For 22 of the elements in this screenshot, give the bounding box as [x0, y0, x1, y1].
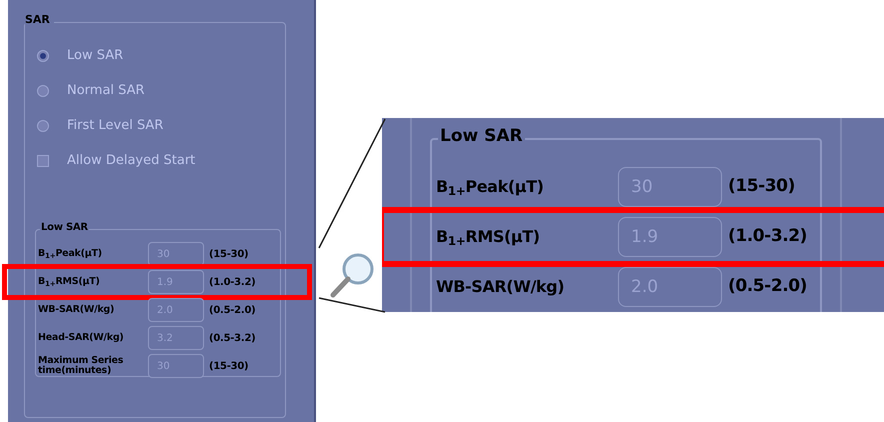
field-label: B$_{1+}$Peak(µT): [38, 249, 103, 259]
field-label: WB-SAR(W/kg): [38, 305, 116, 315]
option-label: First Level SAR: [67, 117, 164, 136]
group-title: SAR: [25, 14, 54, 25]
range-text: (0.5-3.2): [209, 332, 256, 346]
range-text: (15-30): [209, 248, 248, 262]
range-text: (0.5-2.0): [209, 304, 256, 318]
range-text: (1.0-3.2): [209, 276, 256, 290]
field-label: Head-SAR(W/kg): [38, 333, 124, 343]
range-text: (15-30): [728, 175, 795, 198]
field-label: Maximum Series time(minutes): [38, 356, 124, 376]
range-text: (1.0-3.2): [728, 225, 808, 248]
range-text: (15-30): [209, 360, 248, 374]
field-label: B$_{1+}$RMS(µT): [38, 277, 101, 287]
group-title: Low SAR: [40, 223, 89, 233]
field-label: B$_{1+}$RMS(µT): [436, 228, 541, 246]
option-label: Allow Delayed Start: [67, 152, 196, 170]
option-label: Low SAR: [67, 47, 124, 66]
option-label: Normal SAR: [67, 82, 145, 100]
range-text: (0.5-2.0): [728, 275, 808, 298]
field-label: WB-SAR(W/kg): [436, 278, 566, 296]
field-label: B$_{1+}$Peak(µT): [436, 178, 545, 196]
